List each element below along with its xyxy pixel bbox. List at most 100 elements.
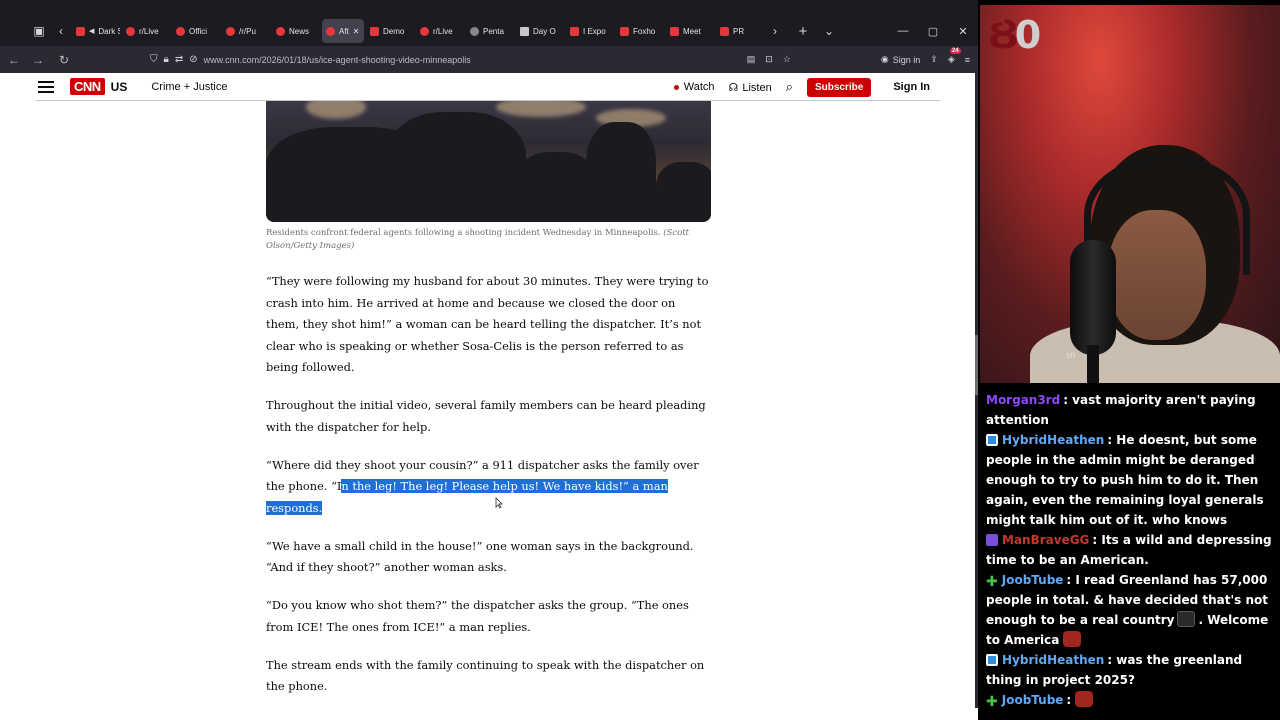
chat-message: HybridHeathen: He doesnt, but some peopl… bbox=[980, 430, 1280, 530]
browser-tab[interactable]: Aft ✕ bbox=[322, 19, 364, 43]
tab-list-icon[interactable]: ⌄ bbox=[818, 20, 840, 42]
watch-link[interactable]: Watch bbox=[673, 81, 715, 93]
forward-icon[interactable]: → bbox=[26, 48, 50, 72]
tracking-off-icon[interactable]: ⊘ bbox=[189, 54, 197, 65]
tab-label: Offici bbox=[189, 26, 208, 36]
watch-label: Watch bbox=[683, 81, 715, 93]
cnn-header: CNN US Crime + Justice Watch ☊ Listen ⌕ S… bbox=[36, 73, 940, 101]
browser-tab[interactable]: Penta bbox=[466, 19, 514, 43]
section-label[interactable]: Crime + Justice bbox=[151, 81, 227, 93]
tab-label: Dark S bbox=[98, 26, 120, 36]
paragraph: Throughout the initial video, several fa… bbox=[266, 398, 706, 434]
browser-tab[interactable]: Demo bbox=[366, 19, 414, 43]
browser-tab[interactable]: News bbox=[272, 19, 320, 43]
cnn-logo[interactable]: CNN bbox=[70, 78, 105, 95]
shield-icon[interactable]: ⛉ bbox=[150, 54, 158, 65]
microphone-icon bbox=[1070, 240, 1116, 355]
chat-username[interactable]: JoobTube bbox=[1002, 573, 1064, 587]
account-button[interactable]: ◉ Sign in bbox=[881, 54, 920, 65]
hamburger-menu-icon[interactable] bbox=[38, 80, 54, 93]
browser-tab[interactable]: Meet bbox=[666, 19, 714, 43]
url-bar[interactable]: ⛉ 🔒︎ ⇄ ⊘ www.cnn.com/2026/01/18/us/ice-a… bbox=[150, 49, 710, 70]
tab-scroll-left-icon[interactable]: ‹ bbox=[50, 20, 72, 42]
audio-playing-icon[interactable]: ◀ bbox=[89, 27, 94, 35]
browser-tab[interactable]: PR bbox=[716, 19, 764, 43]
tab-label: Demo bbox=[383, 26, 405, 36]
lock-icon[interactable]: 🔒︎ bbox=[164, 54, 169, 65]
chat-emote-icon bbox=[1177, 611, 1196, 627]
paragraph: “They were following my husband for abou… bbox=[266, 274, 709, 374]
cnn-favicon-icon bbox=[326, 26, 335, 36]
chat-emote-icon bbox=[1075, 691, 1094, 707]
tab-label: /r/Pu bbox=[239, 26, 256, 36]
permissions-icon[interactable]: ⇄ bbox=[175, 54, 183, 65]
minimize-icon[interactable]: — bbox=[888, 25, 918, 37]
reddit-favicon-icon bbox=[420, 26, 429, 36]
listen-link[interactable]: ☊ Listen bbox=[729, 81, 772, 94]
stream-overlay: Ȣ0 sh Morgan3rd: vast majority aren't pa… bbox=[978, 0, 1280, 720]
tab-label: Penta bbox=[483, 26, 504, 36]
browser-tab[interactable]: Day O bbox=[516, 19, 564, 43]
chat-username[interactable]: Morgan3rd bbox=[986, 393, 1060, 407]
paragraph: “Do you know who shot them?” the dispatc… bbox=[266, 598, 689, 634]
account-icon: ◉ bbox=[880, 54, 889, 64]
paragraph: The stream ends with the family continui… bbox=[266, 657, 705, 694]
yt-favicon-icon bbox=[370, 26, 379, 36]
close-window-icon[interactable]: ✕ bbox=[948, 25, 978, 38]
plus-badge-icon: ✚ bbox=[986, 574, 998, 590]
close-tab-icon[interactable]: ✕ bbox=[353, 27, 360, 36]
article-body: “They were following my husband for abou… bbox=[266, 271, 711, 714]
mod-badge-icon bbox=[986, 654, 998, 666]
bookmark-star-icon[interactable]: ☆ bbox=[783, 54, 791, 65]
nav-bar: ← → ↻ ⛉ 🔒︎ ⇄ ⊘ www.cnn.com/2026/01/18/us… bbox=[0, 46, 978, 73]
extension-badge: 24 bbox=[950, 48, 961, 54]
menu-icon[interactable]: ≡ bbox=[965, 55, 970, 65]
browser-tab[interactable]: Offici bbox=[172, 19, 220, 43]
extensions-icon[interactable]: ⇪ bbox=[930, 54, 938, 65]
search-icon[interactable]: ⌕ bbox=[786, 79, 793, 95]
extension-button[interactable]: ◈ 24 bbox=[948, 48, 961, 65]
screenshot-icon[interactable]: ⊡ bbox=[765, 54, 773, 65]
edition-label[interactable]: US bbox=[111, 80, 128, 94]
tab-label: Day O bbox=[533, 26, 556, 36]
tab-scroll-right-icon[interactable]: › bbox=[764, 20, 786, 42]
chat-username[interactable]: ManBraveGG bbox=[1002, 533, 1089, 547]
page-content: CNN US Crime + Justice Watch ☊ Listen ⌕ S… bbox=[0, 73, 978, 720]
browser-tab[interactable]: /r/Pu bbox=[222, 19, 270, 43]
tab-label: I Expo bbox=[583, 26, 606, 36]
chat-username[interactable]: JoobTube bbox=[1002, 693, 1064, 707]
chat-username[interactable]: HybridHeathen bbox=[1002, 433, 1104, 447]
header-actions: Watch ☊ Listen ⌕ Subscribe Sign In bbox=[673, 73, 940, 101]
browser-tab[interactable]: Foxho bbox=[616, 19, 664, 43]
sign-in-button[interactable]: Sign In bbox=[893, 81, 930, 93]
chat-username[interactable]: HybridHeathen bbox=[1002, 653, 1104, 667]
browser-tab[interactable]: r/Live bbox=[122, 19, 170, 43]
yt-favicon-icon bbox=[670, 26, 679, 36]
back-icon[interactable]: ← bbox=[2, 48, 26, 72]
chat-message: ✚ JoobTube: I read Greenland has 57,000 p… bbox=[980, 570, 1280, 650]
reader-view-icon[interactable]: ▤ bbox=[747, 54, 756, 65]
tab-label: News bbox=[289, 26, 310, 36]
subscribe-button[interactable]: Subscribe bbox=[806, 77, 872, 97]
photo-caption: Residents confront federal agents follow… bbox=[266, 227, 711, 253]
tab-overview-icon[interactable]: ▣ bbox=[28, 20, 50, 42]
browser-tab[interactable]: r/Live bbox=[416, 19, 464, 43]
reddit-favicon-icon bbox=[276, 26, 285, 36]
new-tab-icon[interactable]: + bbox=[792, 20, 814, 42]
maximize-icon[interactable]: ▢ bbox=[918, 25, 948, 38]
chat-panel: Morgan3rd: vast majority aren't paying a… bbox=[980, 390, 1280, 710]
browser-tab[interactable]: ◀ Dark S bbox=[72, 19, 120, 43]
reload-icon[interactable]: ↻ bbox=[52, 48, 76, 72]
live-dot-icon bbox=[673, 84, 679, 90]
toolbar-right: ▤ ⊡ ☆ ◉ Sign in ⇪ ◈ 24 ≡ bbox=[747, 46, 970, 73]
browser-tab[interactable]: I Expo bbox=[566, 19, 614, 43]
reddit-favicon-icon bbox=[176, 26, 185, 36]
webcam-text: sh bbox=[1066, 350, 1076, 360]
account-label: Sign in bbox=[892, 54, 921, 65]
tab-label: Aft bbox=[339, 26, 349, 36]
url-text[interactable]: www.cnn.com/2026/01/18/us/ice-agent-shoo… bbox=[204, 55, 471, 65]
doc-favicon-icon bbox=[520, 26, 529, 36]
tab-label: Foxho bbox=[633, 26, 656, 36]
article-photo bbox=[266, 101, 711, 222]
listen-label: Listen bbox=[742, 81, 772, 94]
